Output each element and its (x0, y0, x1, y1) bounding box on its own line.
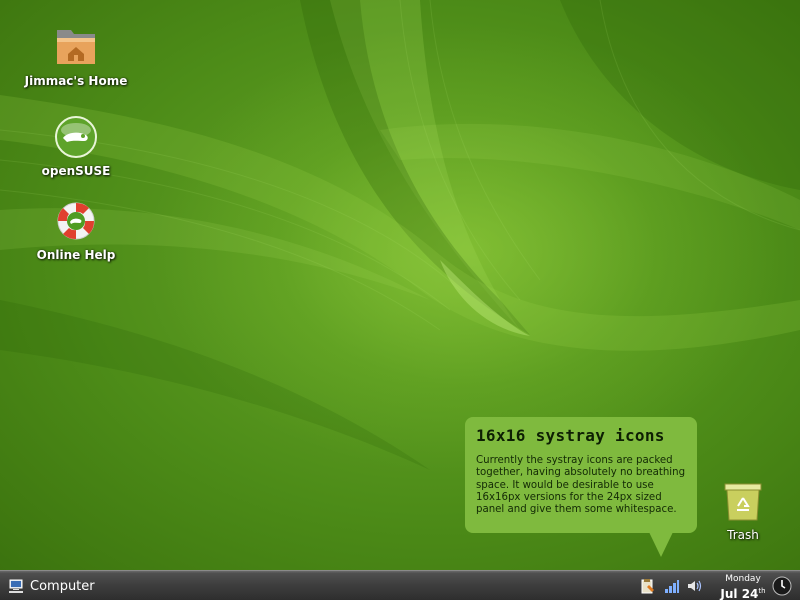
clipboard-icon[interactable] (640, 578, 656, 594)
bottom-panel: Computer Monday Jul 24th (0, 570, 800, 601)
desktop-icon-label: Trash (727, 528, 759, 542)
desktop-icon-online-help[interactable]: Online Help (16, 198, 136, 263)
desktop-icon-label: Jimmac's Home (24, 74, 128, 88)
network-signal-icon[interactable] (664, 578, 680, 594)
home-folder-icon (57, 30, 95, 64)
volume-icon[interactable] (686, 578, 702, 594)
notification-tail (649, 532, 673, 557)
notification-body: Currently the systray icons are packed t… (476, 455, 686, 516)
desktop-icon-trash[interactable]: Trash (698, 478, 788, 543)
opensuse-gecko-icon (55, 116, 97, 158)
clock-icon[interactable] (772, 576, 792, 596)
desktop-icon-opensuse[interactable]: openSUSE (16, 114, 136, 179)
computer-menu-label: Computer (30, 578, 95, 594)
clock-date: Jul 24th (718, 584, 768, 601)
trash-icon (724, 483, 762, 521)
clock-date-text: Jul 24 (720, 587, 759, 601)
desktop-icon-label: Online Help (36, 248, 116, 262)
desktop[interactable]: Jimmac's Home openSUSE Online Help Trash… (0, 0, 800, 570)
notification-bubble: 16x16 systray icons Currently the systra… (465, 417, 697, 533)
desktop-icon-home[interactable]: Jimmac's Home (16, 24, 136, 89)
computer-menu-button[interactable]: Computer (8, 575, 95, 597)
notification-title: 16x16 systray icons (476, 426, 665, 445)
panel-clock[interactable]: Monday Jul 24th (718, 574, 768, 601)
clock-date-suffix: th (758, 587, 766, 595)
clock-day: Monday (725, 574, 761, 584)
lifebuoy-icon (57, 202, 95, 240)
desktop-icon-label: openSUSE (41, 164, 111, 178)
computer-icon (9, 579, 23, 593)
